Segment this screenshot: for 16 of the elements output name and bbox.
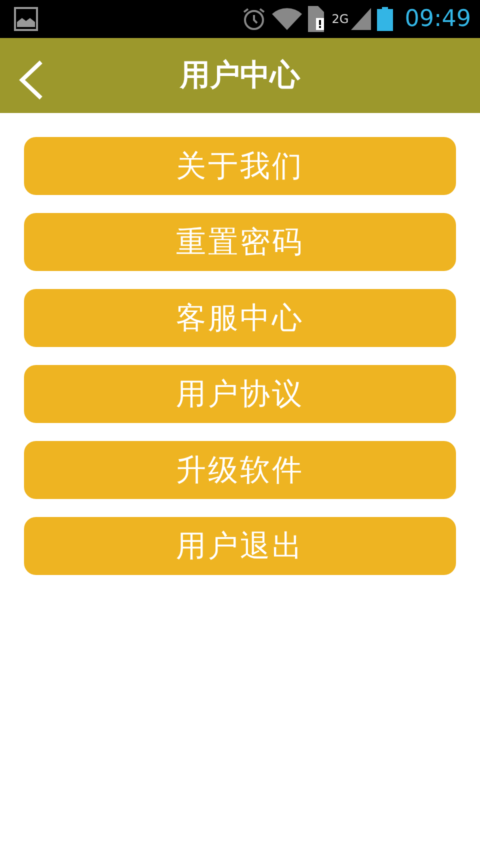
network-type: 2G <box>332 12 349 26</box>
battery-icon <box>376 7 393 31</box>
sim-alert-icon <box>308 6 326 32</box>
alarm-icon <box>242 7 266 31</box>
menu-button[interactable]: 重置密码 <box>24 213 456 271</box>
clock-time: 09:49 <box>404 6 471 32</box>
page-title: 用户中心 <box>180 57 300 95</box>
menu-button[interactable]: 客服中心 <box>24 289 456 347</box>
picture-icon <box>14 7 38 31</box>
signal-icon <box>350 8 371 30</box>
wifi-icon <box>272 8 302 30</box>
menu-button[interactable]: 用户协议 <box>24 365 456 423</box>
menu-button[interactable]: 用户退出 <box>24 517 456 575</box>
back-icon[interactable] <box>18 60 44 100</box>
menu-button[interactable]: 关于我们 <box>24 137 456 195</box>
menu-button[interactable]: 升级软件 <box>24 441 456 499</box>
